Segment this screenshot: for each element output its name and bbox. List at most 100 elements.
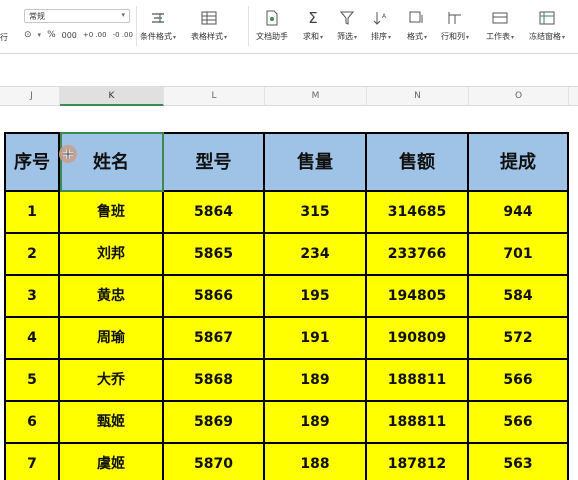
cell-index[interactable]: 1 [4,192,60,234]
cell-index[interactable]: 5 [4,360,60,402]
cell-amount[interactable]: 233766 [367,234,469,276]
cell-commission[interactable]: 944 [469,192,569,234]
header-cell-qty[interactable]: 售量 [265,132,367,192]
column-header-l[interactable]: L [164,87,265,106]
worksheet-icon [491,10,509,26]
cell-commission[interactable]: 572 [469,318,569,360]
cell-name[interactable]: 甄姬 [60,402,164,444]
cell-name[interactable]: 刘邦 [60,234,164,276]
cell-name[interactable]: 鲁班 [60,192,164,234]
thousands-format-icon[interactable]: 000 [62,31,77,40]
header-cell-model[interactable]: 型号 [164,132,265,192]
header-cell-name[interactable]: 姓名 [60,132,164,192]
ribbon-toolbar: 常规 ▾ 行 ⊙ ▾ % 000 +0 .00 -0 .00 条件格式▾ 表格样… [0,0,578,54]
mouse-cursor-icon [59,145,77,163]
cell-name[interactable]: 虞姬 [60,444,164,480]
column-header-n[interactable]: N [367,87,469,106]
cell-commission[interactable]: 566 [469,402,569,444]
ribbon-gap [0,54,578,86]
cell-index[interactable]: 6 [4,402,60,444]
number-format-buttons: ⊙ ▾ % 000 +0 .00 -0 .00 [24,30,133,40]
empty-row [0,106,578,132]
row-col-icon [446,10,464,26]
cell-commission[interactable]: 563 [469,444,569,480]
cell-model[interactable]: 5870 [164,444,265,480]
cell-amount[interactable]: 188811 [367,402,469,444]
sort-button[interactable]: A 排序▾ [371,10,391,42]
cell-amount[interactable]: 190809 [367,318,469,360]
row-col-button[interactable]: 行和列▾ [441,10,469,42]
ribbon-edge-label: 行 [0,33,8,42]
accounting-format-icon[interactable]: ⊙ [24,30,32,40]
column-header-j[interactable]: J [4,87,60,106]
cell-qty[interactable]: 315 [265,192,367,234]
cell-commission[interactable]: 584 [469,276,569,318]
filter-icon [338,10,356,26]
sum-label: 求和 [303,32,319,41]
cell-model[interactable]: 5869 [164,402,265,444]
cell-qty[interactable]: 234 [265,234,367,276]
header-cell-index[interactable]: 序号 [4,132,60,192]
freeze-pane-icon [538,10,556,26]
cell-amount[interactable]: 314685 [367,192,469,234]
cell-name[interactable]: 周瑜 [60,318,164,360]
increase-decimal-icon[interactable]: +0 .00 [83,31,107,39]
ribbon-divider [136,6,137,46]
number-format-dropdown[interactable]: 常规 ▾ [24,9,130,23]
cell-model[interactable]: 5865 [164,234,265,276]
decrease-decimal-icon[interactable]: -0 .00 [113,31,133,39]
cell-commission[interactable]: 566 [469,360,569,402]
freeze-pane-button[interactable]: 冻结窗格▾ [529,10,565,42]
cell-qty[interactable]: 191 [265,318,367,360]
sort-icon: A [372,10,390,26]
cell-name[interactable]: 黄忠 [60,276,164,318]
cell-index[interactable]: 4 [4,318,60,360]
cell-index[interactable]: 2 [4,234,60,276]
freeze-pane-label: 冻结窗格 [529,32,561,41]
column-header-k[interactable]: K [60,87,164,106]
cell-model[interactable]: 5866 [164,276,265,318]
doc-helper-label: 文档助手 [256,32,288,41]
header-cell-amount[interactable]: 售额 [367,132,469,192]
doc-helper-button[interactable]: 文档助手 [256,10,288,42]
conditional-format-button[interactable]: 条件格式▾ [140,10,176,42]
cell-index[interactable]: 3 [4,276,60,318]
cell-commission[interactable]: 701 [469,234,569,276]
cell-amount[interactable]: 187812 [367,444,469,480]
cell-amount[interactable]: 194805 [367,276,469,318]
cell-model[interactable]: 5867 [164,318,265,360]
row-col-label: 行和列 [441,32,465,41]
doc-helper-icon [263,10,281,26]
column-header-bar: J K L M N O [0,86,578,106]
cell-qty[interactable]: 195 [265,276,367,318]
cell-index[interactable]: 7 [4,444,60,480]
percent-format-icon[interactable]: % [47,30,56,40]
column-header-o[interactable]: O [469,87,569,106]
table-style-button[interactable]: 表格样式▾ [191,10,227,42]
cell-model[interactable]: 5864 [164,192,265,234]
cell-name[interactable]: 大乔 [60,360,164,402]
cell-qty[interactable]: 188 [265,444,367,480]
header-cell-commission[interactable]: 提成 [469,132,569,192]
conditional-format-icon [149,10,167,26]
sum-button[interactable]: Σ 求和▾ [303,9,323,42]
cell-qty[interactable]: 189 [265,360,367,402]
cell-amount[interactable]: 188811 [367,360,469,402]
worksheet-label: 工作表 [486,32,510,41]
svg-text:A: A [382,13,387,20]
ribbon-divider [248,6,249,46]
format-button[interactable]: 格式▾ [407,10,427,42]
table-style-icon [200,10,218,26]
sort-label: 排序 [371,32,387,41]
filter-button[interactable]: 筛选▾ [337,10,357,42]
chevron-down-icon: ▾ [121,11,125,19]
worksheet-button[interactable]: 工作表▾ [486,10,514,42]
cell-model[interactable]: 5868 [164,360,265,402]
cell-qty[interactable]: 189 [265,402,367,444]
column-header-m[interactable]: M [265,87,367,106]
filter-label: 筛选 [337,32,353,41]
sum-icon: Σ [308,9,318,27]
table-style-label: 表格样式 [191,32,223,41]
chevron-down-icon: ▾ [37,31,42,39]
format-label: 格式 [407,32,423,41]
